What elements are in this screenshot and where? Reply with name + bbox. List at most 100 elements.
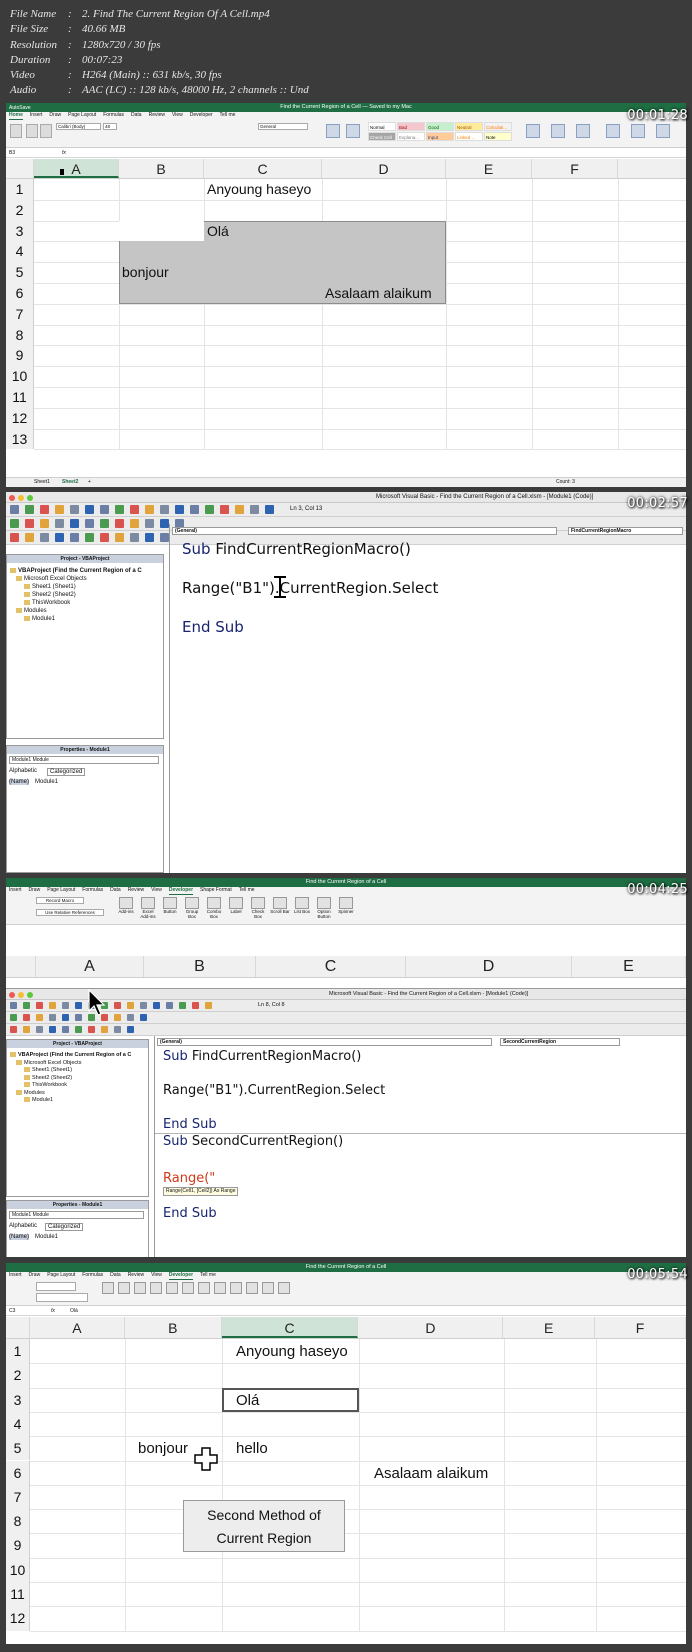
font-size-box[interactable]: 48	[103, 123, 117, 130]
ribbon-excel-add-ins-button[interactable]: Excel Add-ins	[138, 897, 158, 919]
tab-review[interactable]: Review	[128, 887, 144, 895]
zoom-dot[interactable]	[27, 495, 33, 501]
toolbar-button-icon[interactable]	[62, 1014, 69, 1021]
toolbar-button-icon[interactable]	[166, 1002, 173, 1009]
column-header-e[interactable]: E	[503, 1317, 596, 1338]
toolbar-button-icon[interactable]	[75, 1014, 82, 1021]
ribbon-scroll-bar-button[interactable]: Scroll Bar	[270, 897, 290, 914]
toolbar-button-icon[interactable]	[62, 1002, 69, 1009]
prop-name-value[interactable]: Module1	[35, 779, 58, 785]
procedure-combo[interactable]: FindCurrentRegionMacro	[568, 527, 683, 535]
code-window[interactable]: (General) FindCurrentRegionMacro Sub Fin…	[169, 524, 686, 873]
minimize-dot[interactable]	[18, 495, 24, 501]
toolbar-button-icon[interactable]	[235, 505, 244, 514]
style-neutral[interactable]: Neutral	[455, 122, 483, 131]
tab-view[interactable]: View	[151, 887, 162, 895]
toolbar-button-icon[interactable]	[130, 533, 139, 542]
tree-item[interactable]: Microsoft Excel Objects	[10, 1060, 131, 1068]
toolbar-button-icon[interactable]	[127, 1026, 134, 1033]
column-header-c[interactable]: C	[204, 159, 322, 178]
ribbon-icon[interactable]	[214, 1282, 226, 1294]
sheet-tab-1[interactable]: Sheet1	[34, 478, 50, 487]
column-header-d[interactable]: D	[406, 956, 572, 977]
toolbar-button-icon[interactable]	[25, 533, 34, 542]
tab-view[interactable]: View	[172, 112, 183, 120]
style-explana-[interactable]: Explana...	[397, 132, 425, 141]
ribbon-button-button[interactable]: Button	[160, 897, 180, 914]
sheet-tab-2[interactable]: Sheet2	[62, 478, 78, 487]
column-header-d[interactable]: D	[322, 159, 446, 178]
toolbar-button-icon[interactable]	[70, 533, 79, 542]
tree-item[interactable]: ThisWorkbook	[10, 1082, 131, 1090]
toolbar-button-icon[interactable]	[10, 1014, 17, 1021]
tab-draw[interactable]: Draw	[29, 887, 41, 895]
tree-item[interactable]: ThisWorkbook	[10, 599, 142, 607]
toolbar-button-icon[interactable]	[100, 519, 109, 528]
tree-item[interactable]: VBAProject (Find the Current Region of a…	[10, 567, 142, 575]
toolbar-button-icon[interactable]	[220, 505, 229, 514]
cell-c1[interactable]: Anyoung haseyo	[207, 181, 311, 197]
tab-formulas[interactable]: Formulas	[82, 1272, 103, 1280]
toolbar-button-icon[interactable]	[36, 1002, 43, 1009]
select-all-corner[interactable]	[6, 1317, 30, 1338]
name-box[interactable]: C3	[9, 1307, 15, 1316]
toolbar-button-icon[interactable]	[75, 1002, 82, 1009]
ribbon-icon[interactable]	[134, 1282, 146, 1294]
ribbon-combo-box-button[interactable]: Combo Box	[204, 897, 224, 919]
toolbar-button-icon[interactable]	[10, 1002, 17, 1009]
tab-view[interactable]: View	[151, 1272, 162, 1280]
tree-item[interactable]: Modules	[10, 607, 142, 615]
number-format-box[interactable]: General	[258, 123, 308, 130]
toolbar-button-icon[interactable]	[55, 533, 64, 542]
toolbar-button-icon[interactable]	[205, 1002, 212, 1009]
tab-review[interactable]: Review	[149, 112, 165, 120]
toolbar-button-icon[interactable]	[127, 1014, 134, 1021]
column-header-e[interactable]: E	[446, 159, 532, 178]
close-dot[interactable]	[9, 495, 15, 501]
active-cell[interactable]	[119, 220, 204, 242]
procedure-combo[interactable]: SecondCurrentRegion	[500, 1038, 620, 1046]
tab-data[interactable]: Data	[131, 112, 142, 120]
tab-insert[interactable]: Insert	[30, 112, 43, 120]
toolbar-button-icon[interactable]	[55, 505, 64, 514]
row-header-5[interactable]: 5	[6, 262, 34, 283]
toolbar-button-icon[interactable]	[205, 505, 214, 514]
ribbon-icon[interactable]	[182, 1282, 194, 1294]
row-header-7[interactable]: 7	[6, 1484, 30, 1510]
row-header-6[interactable]: 6	[6, 1460, 30, 1485]
toolbar-button-icon[interactable]	[49, 1002, 56, 1009]
row-header-2[interactable]: 2	[6, 199, 34, 221]
tree-item[interactable]: VBAProject (Find the Current Region of a…	[10, 1052, 131, 1060]
ribbon-icon[interactable]	[118, 1282, 130, 1294]
toolbar-button-icon[interactable]	[25, 505, 34, 514]
column-header-a[interactable]: A	[34, 159, 119, 178]
ribbon-button-icon[interactable]	[526, 124, 540, 138]
toolbar-button-icon[interactable]	[127, 1002, 134, 1009]
row-header-8[interactable]: 8	[6, 324, 34, 346]
tree-item[interactable]: Module1	[10, 615, 142, 623]
ribbon-icon[interactable]	[102, 1282, 114, 1294]
tab-draw[interactable]: Draw	[29, 1272, 41, 1280]
toolbar-button-icon[interactable]	[115, 505, 124, 514]
style-check-cell[interactable]: Check Cell	[368, 132, 396, 141]
toolbar-button-icon[interactable]	[75, 1026, 82, 1033]
tab-alphabetic[interactable]: Alphabetic	[9, 1223, 37, 1229]
row-header-1[interactable]: 1	[6, 179, 34, 200]
name-box[interactable]: B3	[9, 149, 15, 158]
row-header-13[interactable]: 13	[6, 428, 34, 450]
style-bad[interactable]: Bad	[397, 122, 425, 131]
toolbar-button-icon[interactable]	[145, 533, 154, 542]
style-linked-[interactable]: Linked ...	[455, 132, 483, 141]
row-header-2[interactable]: 2	[6, 1363, 30, 1388]
column-header-a[interactable]: A	[36, 956, 144, 977]
tab-tell-me[interactable]: Tell me	[220, 112, 236, 120]
ribbon-spinner-button[interactable]: Spinner	[336, 897, 356, 914]
toolbar-button-icon[interactable]	[160, 505, 169, 514]
ribbon-macro-button[interactable]	[36, 1282, 76, 1291]
tab-insert[interactable]: Insert	[9, 1272, 22, 1280]
toolbar-button-icon[interactable]	[130, 519, 139, 528]
tab-formulas[interactable]: Formulas	[82, 887, 103, 895]
toolbar-button-icon[interactable]	[49, 1014, 56, 1021]
toolbar-button-icon[interactable]	[250, 505, 259, 514]
row-header-6[interactable]: 6	[6, 283, 34, 304]
